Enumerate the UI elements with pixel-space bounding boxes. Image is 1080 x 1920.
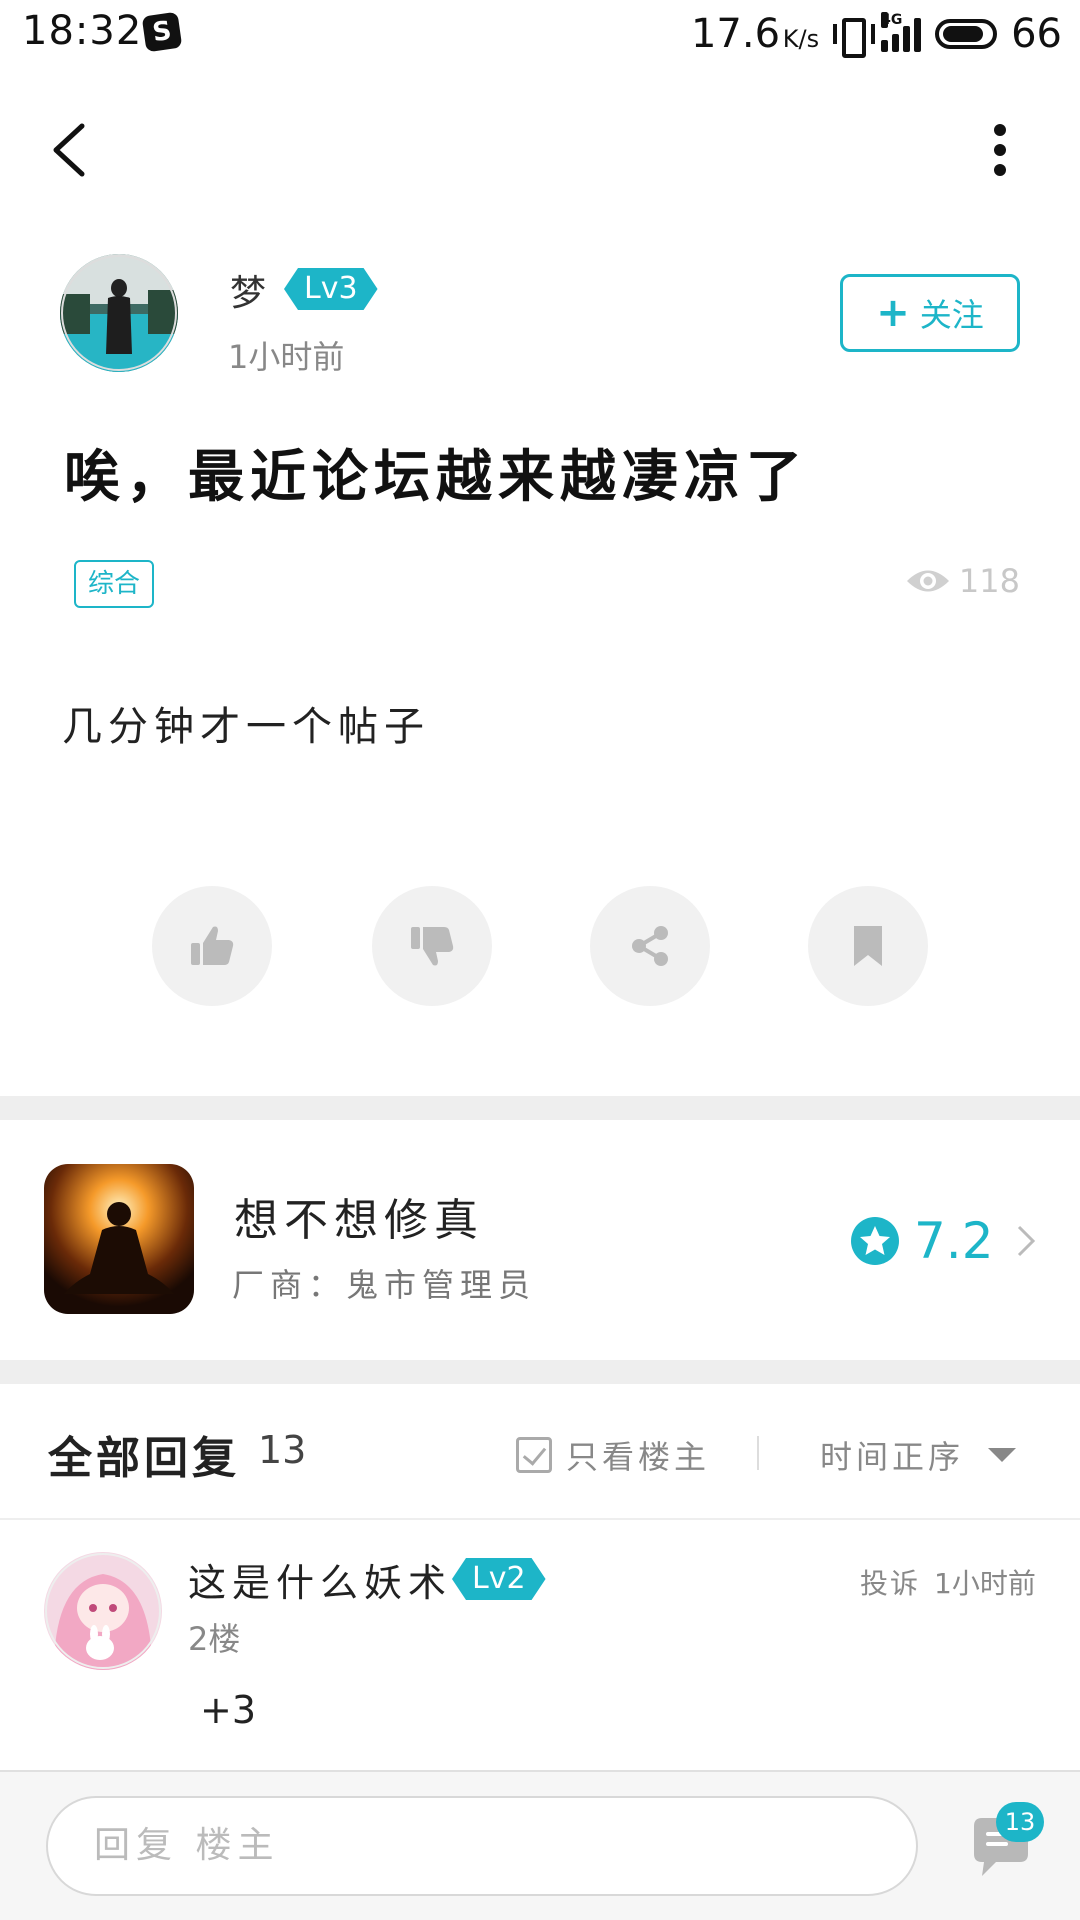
- post-time: 1小时前: [228, 338, 345, 376]
- sort-label: 时间正序: [820, 1438, 965, 1476]
- status-right: 17.6 K/s 4G 66: [691, 8, 1062, 60]
- reply-input[interactable]: 回复 楼主: [46, 1796, 918, 1896]
- status-bar: 18:32 S 17.6 K/s 4G 66: [0, 0, 1080, 68]
- divider: [757, 1436, 759, 1470]
- app-notification-icon: S: [141, 11, 183, 53]
- like-button[interactable]: [152, 886, 272, 1006]
- comment-count-badge: 13: [996, 1802, 1044, 1842]
- replies-title: 全部回复: [48, 1433, 240, 1484]
- post-author: 梦 Lv3 1小时前 + 关注: [0, 250, 1080, 380]
- chevron-right-icon: [1017, 1225, 1035, 1257]
- thumbs-up-icon: [191, 926, 234, 965]
- level-badge: Lv2: [452, 1558, 546, 1600]
- report-link[interactable]: 投诉: [860, 1562, 920, 1602]
- game-icon: [44, 1164, 194, 1314]
- eye-icon: [906, 570, 949, 592]
- section-divider: [0, 1096, 1080, 1120]
- reply-time: 1小时前: [934, 1567, 1036, 1600]
- dislike-button[interactable]: [372, 886, 492, 1006]
- top-nav: [0, 90, 1080, 210]
- avatar-image: [60, 254, 178, 372]
- game-name: 想不想修真: [234, 1195, 484, 1246]
- thumbs-down-icon: [411, 927, 454, 966]
- follow-button[interactable]: + 关注: [840, 274, 1020, 352]
- vibrate-icon: [833, 16, 876, 58]
- replies-header: 全部回复 13 只看楼主 时间正序: [0, 1386, 1080, 1520]
- back-button[interactable]: [44, 120, 94, 180]
- follow-label: 关注: [919, 296, 984, 334]
- signal-icon: 4G: [881, 12, 922, 52]
- game-rating: 7.2: [850, 1212, 1036, 1270]
- reply-content: +3: [200, 1688, 257, 1732]
- status-time: 18:32: [22, 8, 143, 54]
- bookmark-button[interactable]: [808, 886, 928, 1006]
- post-body: 几分钟才一个帖子: [62, 704, 430, 750]
- post-actions: [0, 886, 1080, 1006]
- author-avatar[interactable]: [60, 254, 178, 372]
- star-icon: [851, 1217, 899, 1265]
- rating-score: 7.2: [914, 1212, 994, 1270]
- reply-username[interactable]: 这是什么妖术: [188, 1552, 452, 1607]
- reply-avatar[interactable]: [44, 1552, 162, 1670]
- bottom-bar: 回复 楼主 13: [0, 1770, 1080, 1920]
- only-op-label: 只看楼主: [566, 1438, 711, 1476]
- level-badge: Lv3: [284, 268, 378, 310]
- net-speed: 17.6 K/s: [690, 11, 820, 57]
- game-card[interactable]: 想不想修真 厂商：鬼市管理员 7.2: [0, 1120, 1080, 1360]
- caret-down-icon: [988, 1448, 1017, 1462]
- battery-icon: [935, 19, 998, 49]
- game-logo-image: [44, 1164, 194, 1314]
- view-count: 118: [905, 562, 1020, 600]
- more-vertical-icon: [994, 124, 1006, 176]
- share-button[interactable]: [590, 886, 710, 1006]
- plus-icon: +: [876, 290, 910, 336]
- post-tag[interactable]: 综合: [74, 560, 154, 608]
- bookmark-icon: [854, 926, 882, 966]
- reply-floor: 2楼: [188, 1620, 241, 1658]
- only-op-toggle[interactable]: 只看楼主: [516, 1432, 710, 1478]
- views-value: 118: [958, 562, 1020, 600]
- share-icon: [632, 926, 668, 966]
- section-divider: [0, 1360, 1080, 1384]
- author-name[interactable]: 梦: [230, 264, 266, 316]
- more-button[interactable]: [976, 120, 1024, 180]
- sort-dropdown[interactable]: 时间正序: [820, 1432, 1017, 1478]
- battery-level: 66: [1011, 11, 1062, 57]
- avatar-image: [44, 1552, 162, 1670]
- checkbox-icon: [516, 1437, 552, 1473]
- replies-count: 13: [258, 1428, 307, 1472]
- reply-item: 这是什么妖术 Lv2 2楼 投诉 1小时前 +3: [0, 1522, 1080, 1772]
- game-vendor: 厂商：鬼市管理员: [232, 1266, 537, 1304]
- chevron-left-icon: [53, 123, 85, 177]
- post-title: 唉，最近论坛越来越凄凉了: [64, 445, 808, 510]
